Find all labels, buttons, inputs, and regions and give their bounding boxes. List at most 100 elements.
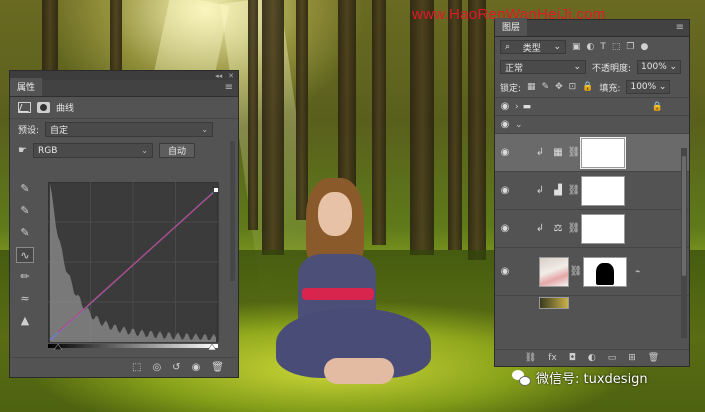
adjustment-filter-icon[interactable]: ◐ bbox=[587, 42, 595, 52]
girl-figure bbox=[272, 178, 442, 398]
layer-mask-thumbnail[interactable] bbox=[583, 256, 627, 287]
layers-scrollbar[interactable] bbox=[681, 148, 687, 338]
properties-footer: ⬚ ◎ ↺ ◉ 🗑 bbox=[10, 357, 238, 377]
type-filter-icon[interactable]: T bbox=[600, 42, 606, 52]
curve-tools: ✎ ✎ ✎ ∿ ✏ ≈ ▲ bbox=[16, 181, 34, 329]
clipping-arrow-icon: ↲ bbox=[535, 185, 545, 196]
link-chain-icon[interactable]: ⛓ bbox=[569, 266, 583, 277]
opacity-label: 不透明度: bbox=[592, 63, 632, 74]
pixel-filter-icon[interactable]: ▣ bbox=[572, 42, 581, 52]
adjustment-title: 曲线 bbox=[56, 104, 75, 114]
layer-row-curves[interactable]: ◉ ↲ ▦ ⛓ bbox=[495, 133, 689, 171]
chevron-right-icon[interactable]: › bbox=[515, 102, 519, 112]
photo-layer-thumbnail[interactable] bbox=[539, 256, 569, 287]
curves-graph[interactable] bbox=[48, 182, 222, 350]
layers-panel: 图层 ≡ ⌕ 类型 ⌄ ▣ ◐ T ⬚ ❐ ● 正常 ⌄ 不透明度: 100% … bbox=[494, 18, 690, 367]
reset-icon[interactable]: ↺ bbox=[172, 362, 180, 373]
smooth-curve-icon[interactable]: ≈ bbox=[16, 291, 34, 307]
layer-row-photo[interactable]: ◉ ⛓ ⌁ bbox=[495, 247, 689, 295]
new-layer-icon[interactable]: ⊞ bbox=[628, 353, 636, 363]
trash-icon[interactable]: 🗑 bbox=[648, 353, 659, 363]
visibility-eye-icon[interactable]: ◉ bbox=[495, 147, 515, 158]
link-chain-icon[interactable]: ⛓ bbox=[567, 185, 581, 196]
clipping-arrow-icon: ↲ bbox=[535, 147, 545, 158]
preset-value: 自定 bbox=[50, 126, 69, 136]
visibility-eye-icon[interactable]: ◉ bbox=[495, 223, 515, 234]
filter-effects-icon[interactable]: ⌁ bbox=[635, 267, 640, 277]
filter-toggle-icon[interactable]: ● bbox=[640, 42, 648, 52]
chevron-down-icon: ⌄ bbox=[658, 82, 667, 92]
filter-type-value: 类型 bbox=[522, 43, 541, 54]
panel-menu-icon[interactable]: ≡ bbox=[671, 22, 689, 36]
opacity-field[interactable]: 100% ⌄ bbox=[637, 60, 682, 74]
panel-grip[interactable]: ◂◂ ✕ bbox=[10, 71, 238, 80]
layer-mask-thumbnail[interactable] bbox=[581, 175, 625, 206]
clip-to-layer-icon[interactable]: ⬚ bbox=[132, 362, 141, 373]
link-chain-icon[interactable]: ⛓ bbox=[567, 147, 581, 158]
tab-layers[interactable]: 图层 bbox=[495, 18, 528, 36]
view-previous-state-icon[interactable]: ◎ bbox=[152, 362, 161, 373]
curves-adjustment-icon: ▦ bbox=[553, 147, 563, 158]
layer-thumbnail[interactable] bbox=[539, 296, 569, 309]
preset-row: 预设: 自定 ⌄ bbox=[10, 119, 238, 140]
tree-trunk bbox=[468, 0, 486, 260]
tree-trunk bbox=[248, 0, 258, 230]
filter-type-dropdown[interactable]: ⌕ 类型 ⌄ bbox=[500, 40, 566, 54]
shape-filter-icon[interactable]: ⬚ bbox=[612, 42, 621, 52]
layer-mask-thumbnail[interactable] bbox=[580, 136, 626, 169]
fx-icon[interactable]: fx bbox=[548, 353, 557, 363]
lock-transparent-icon[interactable]: ▦ bbox=[527, 82, 536, 92]
folder-icon: ▬ bbox=[522, 101, 532, 112]
tab-properties[interactable]: 属性 bbox=[10, 78, 43, 96]
layer-row-color-balance[interactable]: ◉ ↲ ⚖ ⛓ bbox=[495, 209, 689, 247]
black-point-eyedropper-icon[interactable]: ✎ bbox=[16, 181, 34, 197]
link-layers-icon[interactable]: ⛓ bbox=[525, 353, 536, 363]
visibility-eye-icon[interactable]: ◉ bbox=[495, 266, 515, 277]
pencil-draw-icon[interactable]: ✏ bbox=[16, 269, 34, 285]
fill-value: 100% bbox=[630, 82, 657, 92]
point-curve-tool-icon[interactable]: ∿ bbox=[16, 247, 34, 263]
trash-icon[interactable]: 🗑 bbox=[211, 362, 224, 373]
adjustment-header: 曲线 bbox=[10, 97, 238, 119]
new-group-icon[interactable]: ▭ bbox=[608, 353, 617, 363]
properties-scrollbar[interactable] bbox=[230, 141, 235, 281]
layer-group-row[interactable]: ◉ › ▬ 🔒 bbox=[495, 97, 689, 115]
lock-all-icon[interactable]: 🔒 bbox=[582, 82, 593, 92]
close-icon[interactable]: ✕ bbox=[228, 72, 234, 80]
channel-dropdown[interactable]: RGB ⌄ bbox=[32, 143, 153, 158]
visibility-eye-icon[interactable]: ◉ bbox=[495, 185, 515, 196]
curves-icon[interactable] bbox=[18, 102, 31, 113]
preset-dropdown[interactable]: 自定 ⌄ bbox=[45, 122, 214, 137]
target-adjust-icon[interactable]: ☛ bbox=[18, 145, 27, 156]
lock-row: 锁定: ▦ ✎ ✥ ⊡ 🔒 填充: 100% ⌄ bbox=[495, 77, 689, 97]
link-chain-icon[interactable]: ⛓ bbox=[567, 223, 581, 234]
chevron-down-icon: ⌄ bbox=[553, 42, 561, 52]
white-point-eyedropper-icon[interactable]: ✎ bbox=[16, 225, 34, 241]
mask-icon[interactable] bbox=[37, 102, 50, 113]
lock-position-icon[interactable]: ✥ bbox=[555, 82, 563, 92]
layer-group-row-expanded[interactable]: ◉ ⌄ bbox=[495, 115, 689, 133]
visibility-eye-icon[interactable]: ◉ bbox=[192, 362, 201, 373]
new-adjustment-icon[interactable]: ◐ bbox=[588, 353, 596, 363]
chevron-down-icon[interactable]: ⌄ bbox=[515, 120, 523, 130]
visibility-eye-icon[interactable]: ◉ bbox=[495, 119, 515, 130]
fill-field[interactable]: 100% ⌄ bbox=[626, 80, 671, 94]
lock-artboard-icon[interactable]: ⊡ bbox=[569, 82, 577, 92]
tree-trunk bbox=[448, 0, 462, 250]
add-mask-icon[interactable]: ◘ bbox=[569, 353, 576, 363]
auto-button[interactable]: 自动 bbox=[158, 143, 195, 158]
smart-object-filter-icon[interactable]: ❐ bbox=[626, 42, 634, 52]
blend-mode-value: 正常 bbox=[505, 63, 524, 74]
clipping-warning-icon[interactable]: ▲ bbox=[16, 313, 34, 329]
panel-menu-icon[interactable]: ≡ bbox=[220, 82, 238, 96]
visibility-eye-icon[interactable]: ◉ bbox=[495, 101, 515, 112]
gray-point-eyedropper-icon[interactable]: ✎ bbox=[16, 203, 34, 219]
wechat-icon bbox=[512, 370, 531, 386]
chevron-down-icon: ⌄ bbox=[201, 125, 209, 134]
layer-mask-thumbnail[interactable] bbox=[581, 213, 625, 244]
blend-mode-dropdown[interactable]: 正常 ⌄ bbox=[500, 60, 586, 74]
layer-row-partial[interactable] bbox=[495, 295, 689, 309]
lock-image-icon[interactable]: ✎ bbox=[542, 82, 550, 92]
collapse-icon[interactable]: ◂◂ bbox=[215, 72, 222, 80]
layer-row-levels[interactable]: ◉ ↲ ▟ ⛓ bbox=[495, 171, 689, 209]
